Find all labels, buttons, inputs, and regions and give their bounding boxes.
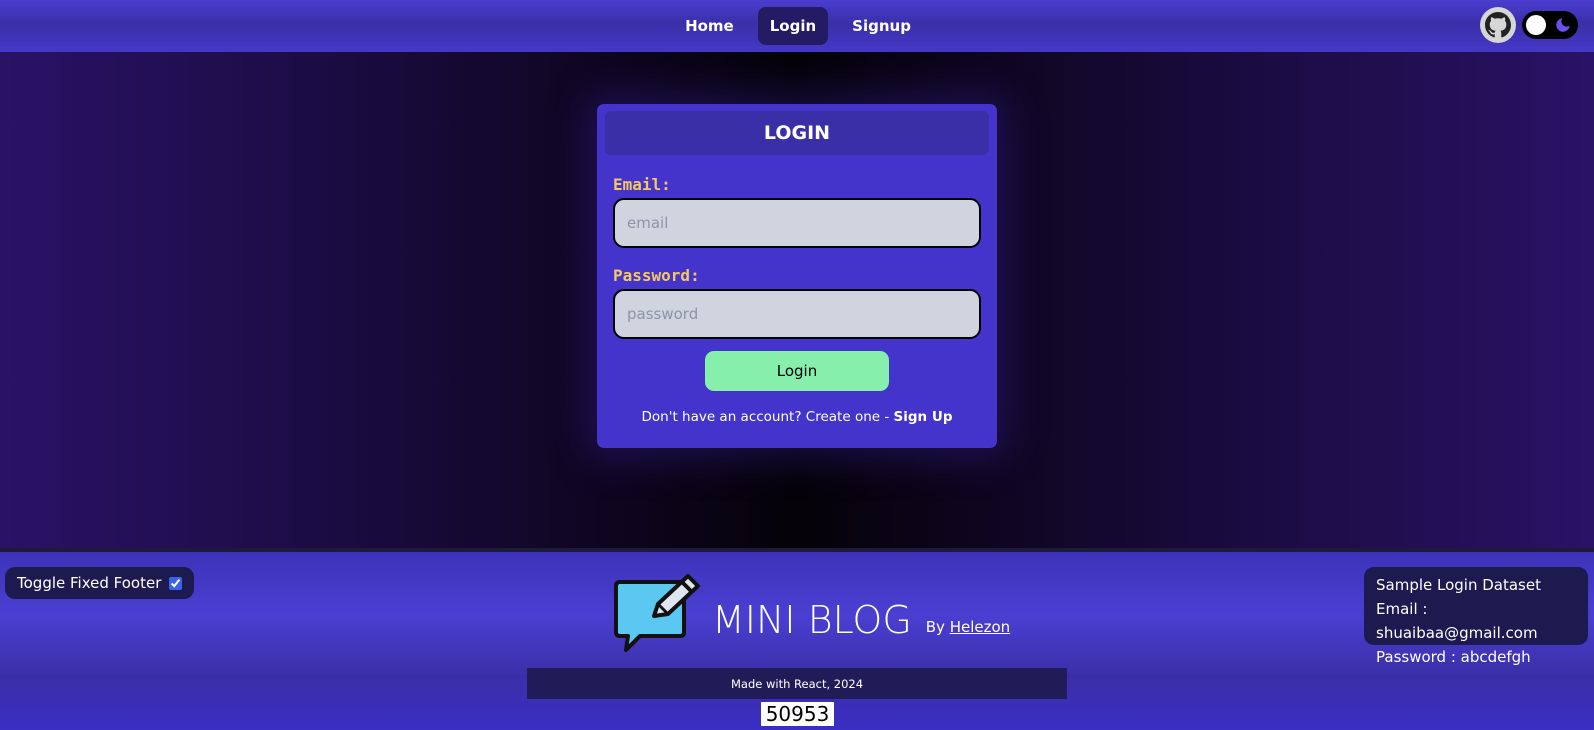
nav-signup[interactable]: Signup (840, 7, 923, 45)
password-label: Password: (613, 266, 700, 285)
password-input[interactable] (613, 289, 981, 339)
nav-right (1480, 7, 1578, 43)
footer: Toggle Fixed Footer MINI BLOG By Helezon… (0, 552, 1594, 730)
main-content: LOGIN Email: Password: Login Don't have … (0, 52, 1594, 548)
toggle-knob (1526, 15, 1546, 35)
sample-login-dataset: Sample Login Dataset Email : shuaibaa@gm… (1364, 567, 1588, 666)
navbar: Home Login Signup (0, 0, 1594, 52)
nav-links: Home Login Signup (673, 7, 923, 45)
signup-link[interactable]: Sign Up (894, 409, 953, 425)
by-label: By (925, 618, 945, 636)
nav-home[interactable]: Home (673, 7, 746, 45)
github-button[interactable] (1480, 7, 1516, 43)
sample-email: Email : shuaibaa@gmail.com (1376, 600, 1538, 642)
signup-prompt-text: Don't have an account? Create one - (641, 409, 894, 425)
made-with-banner: Made with React, 2024 (527, 668, 1067, 699)
moon-icon (1556, 18, 1570, 32)
chat-pencil-logo-icon (614, 574, 700, 652)
fixed-footer-toggle[interactable]: Toggle Fixed Footer (5, 567, 195, 599)
email-label: Email: (613, 175, 671, 194)
brand-name: MINI BLOG (712, 598, 912, 642)
sample-password: Password : abcdefgh (1376, 648, 1531, 666)
sample-title: Sample Login Dataset (1376, 576, 1541, 594)
brand-by: By Helezon (926, 618, 1010, 636)
nav-login[interactable]: Login (757, 7, 829, 45)
author-link[interactable]: Helezon (950, 618, 1010, 636)
theme-toggle[interactable] (1522, 11, 1578, 39)
visitor-counter: 50953 (761, 702, 834, 726)
login-title: LOGIN (605, 111, 989, 155)
login-button[interactable]: Login (705, 351, 889, 391)
fixed-footer-label: Toggle Fixed Footer (17, 574, 162, 592)
brand: MINI BLOG By Helezon (610, 566, 1010, 656)
fixed-footer-checkbox[interactable] (169, 576, 183, 590)
github-icon (1485, 12, 1511, 38)
email-input[interactable] (613, 198, 981, 248)
signup-prompt: Don't have an account? Create one - Sign… (597, 409, 997, 425)
login-card: LOGIN Email: Password: Login Don't have … (597, 104, 997, 448)
